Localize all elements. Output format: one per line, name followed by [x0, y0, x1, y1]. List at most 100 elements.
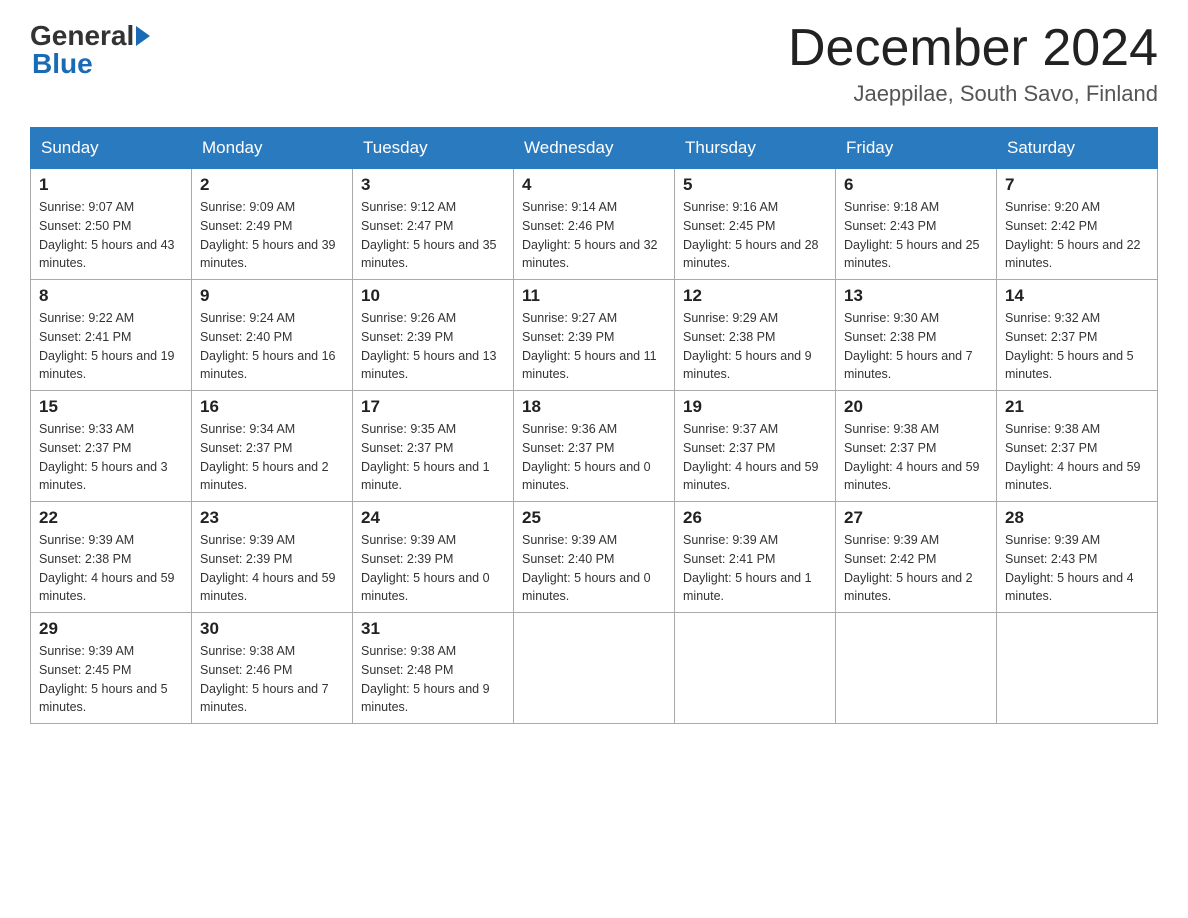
day-number: 16 — [200, 397, 344, 417]
weekday-header-sunday: Sunday — [31, 128, 192, 169]
day-number: 18 — [522, 397, 666, 417]
day-cell-25: 25 Sunrise: 9:39 AMSunset: 2:40 PMDayligh… — [514, 502, 675, 613]
day-cell-27: 27 Sunrise: 9:39 AMSunset: 2:42 PMDayligh… — [836, 502, 997, 613]
day-info: Sunrise: 9:27 AMSunset: 2:39 PMDaylight:… — [522, 309, 666, 384]
day-cell-4: 4Sunrise: 9:14 AMSunset: 2:46 PMDaylight… — [514, 169, 675, 280]
weekday-header-tuesday: Tuesday — [353, 128, 514, 169]
day-cell-22: 22 Sunrise: 9:39 AMSunset: 2:38 PMDayligh… — [31, 502, 192, 613]
day-info: Sunrise: 9:39 AMSunset: 2:38 PMDaylight:… — [39, 531, 183, 606]
week-row-2: 8Sunrise: 9:22 AMSunset: 2:41 PMDaylight… — [31, 280, 1158, 391]
empty-cell — [514, 613, 675, 724]
day-cell-9: 9 Sunrise: 9:24 AMSunset: 2:40 PMDaylight… — [192, 280, 353, 391]
weekday-header-saturday: Saturday — [997, 128, 1158, 169]
day-number: 10 — [361, 286, 505, 306]
day-info: Sunrise: 9:32 AMSunset: 2:37 PMDaylight:… — [1005, 309, 1149, 384]
day-cell-24: 24Sunrise: 9:39 AMSunset: 2:39 PMDayligh… — [353, 502, 514, 613]
day-cell-7: 7 Sunrise: 9:20 AMSunset: 2:42 PMDaylight… — [997, 169, 1158, 280]
day-cell-10: 10 Sunrise: 9:26 AMSunset: 2:39 PMDayligh… — [353, 280, 514, 391]
day-info: Sunrise: 9:24 AMSunset: 2:40 PMDaylight:… — [200, 309, 344, 384]
weekday-header-wednesday: Wednesday — [514, 128, 675, 169]
day-cell-20: 20Sunrise: 9:38 AMSunset: 2:37 PMDayligh… — [836, 391, 997, 502]
day-cell-11: 11 Sunrise: 9:27 AMSunset: 2:39 PMDayligh… — [514, 280, 675, 391]
logo-blue-word: Blue — [30, 48, 93, 80]
day-info: Sunrise: 9:09 AMSunset: 2:49 PMDaylight:… — [200, 198, 344, 273]
day-cell-12: 12Sunrise: 9:29 AMSunset: 2:38 PMDayligh… — [675, 280, 836, 391]
day-number: 17 — [361, 397, 505, 417]
day-number: 23 — [200, 508, 344, 528]
day-cell-23: 23 Sunrise: 9:39 AMSunset: 2:39 PMDayligh… — [192, 502, 353, 613]
day-number: 22 — [39, 508, 183, 528]
day-info: Sunrise: 9:39 AMSunset: 2:42 PMDaylight:… — [844, 531, 988, 606]
day-number: 12 — [683, 286, 827, 306]
day-cell-28: 28 Sunrise: 9:39 AMSunset: 2:43 PMDayligh… — [997, 502, 1158, 613]
day-number: 25 — [522, 508, 666, 528]
day-cell-13: 13Sunrise: 9:30 AMSunset: 2:38 PMDayligh… — [836, 280, 997, 391]
day-info: Sunrise: 9:16 AMSunset: 2:45 PMDaylight:… — [683, 198, 827, 273]
day-cell-1: 1 Sunrise: 9:07 AMSunset: 2:50 PMDaylight… — [31, 169, 192, 280]
day-cell-16: 16 Sunrise: 9:34 AMSunset: 2:37 PMDayligh… — [192, 391, 353, 502]
day-number: 9 — [200, 286, 344, 306]
week-row-3: 15 Sunrise: 9:33 AMSunset: 2:37 PMDayligh… — [31, 391, 1158, 502]
day-cell-18: 18 Sunrise: 9:36 AMSunset: 2:37 PMDayligh… — [514, 391, 675, 502]
week-row-5: 29Sunrise: 9:39 AMSunset: 2:45 PMDayligh… — [31, 613, 1158, 724]
day-number: 3 — [361, 175, 505, 195]
day-number: 21 — [1005, 397, 1149, 417]
day-cell-3: 3 Sunrise: 9:12 AMSunset: 2:47 PMDaylight… — [353, 169, 514, 280]
day-info: Sunrise: 9:38 AMSunset: 2:48 PMDaylight:… — [361, 642, 505, 717]
empty-cell — [675, 613, 836, 724]
day-number: 7 — [1005, 175, 1149, 195]
day-info: Sunrise: 9:26 AMSunset: 2:39 PMDaylight:… — [361, 309, 505, 384]
day-number: 20 — [844, 397, 988, 417]
empty-cell — [836, 613, 997, 724]
day-number: 30 — [200, 619, 344, 639]
day-info: Sunrise: 9:20 AMSunset: 2:42 PMDaylight:… — [1005, 198, 1149, 273]
day-cell-26: 26 Sunrise: 9:39 AMSunset: 2:41 PMDayligh… — [675, 502, 836, 613]
day-number: 6 — [844, 175, 988, 195]
day-number: 19 — [683, 397, 827, 417]
day-cell-5: 5 Sunrise: 9:16 AMSunset: 2:45 PMDaylight… — [675, 169, 836, 280]
day-number: 15 — [39, 397, 183, 417]
day-info: Sunrise: 9:39 AMSunset: 2:39 PMDaylight:… — [200, 531, 344, 606]
day-info: Sunrise: 9:39 AMSunset: 2:41 PMDaylight:… — [683, 531, 827, 606]
weekday-header-thursday: Thursday — [675, 128, 836, 169]
day-number: 11 — [522, 286, 666, 306]
day-number: 28 — [1005, 508, 1149, 528]
day-cell-6: 6 Sunrise: 9:18 AMSunset: 2:43 PMDaylight… — [836, 169, 997, 280]
page-header: General Blue December 2024 Jaeppilae, So… — [30, 20, 1158, 107]
day-info: Sunrise: 9:36 AMSunset: 2:37 PMDaylight:… — [522, 420, 666, 495]
day-info: Sunrise: 9:07 AMSunset: 2:50 PMDaylight:… — [39, 198, 183, 273]
day-number: 27 — [844, 508, 988, 528]
title-area: December 2024 Jaeppilae, South Savo, Fin… — [788, 20, 1158, 107]
empty-cell — [997, 613, 1158, 724]
day-cell-8: 8Sunrise: 9:22 AMSunset: 2:41 PMDaylight… — [31, 280, 192, 391]
location-title: Jaeppilae, South Savo, Finland — [788, 81, 1158, 107]
day-info: Sunrise: 9:39 AMSunset: 2:40 PMDaylight:… — [522, 531, 666, 606]
day-info: Sunrise: 9:37 AMSunset: 2:37 PMDaylight:… — [683, 420, 827, 495]
day-info: Sunrise: 9:39 AMSunset: 2:43 PMDaylight:… — [1005, 531, 1149, 606]
day-cell-30: 30 Sunrise: 9:38 AMSunset: 2:46 PMDayligh… — [192, 613, 353, 724]
month-title: December 2024 — [788, 20, 1158, 77]
day-number: 2 — [200, 175, 344, 195]
day-number: 1 — [39, 175, 183, 195]
day-info: Sunrise: 9:33 AMSunset: 2:37 PMDaylight:… — [39, 420, 183, 495]
day-number: 14 — [1005, 286, 1149, 306]
day-number: 8 — [39, 286, 183, 306]
logo: General Blue — [30, 20, 152, 80]
day-info: Sunrise: 9:18 AMSunset: 2:43 PMDaylight:… — [844, 198, 988, 273]
day-number: 29 — [39, 619, 183, 639]
day-info: Sunrise: 9:38 AMSunset: 2:37 PMDaylight:… — [1005, 420, 1149, 495]
day-number: 26 — [683, 508, 827, 528]
day-info: Sunrise: 9:34 AMSunset: 2:37 PMDaylight:… — [200, 420, 344, 495]
day-cell-29: 29Sunrise: 9:39 AMSunset: 2:45 PMDayligh… — [31, 613, 192, 724]
day-number: 31 — [361, 619, 505, 639]
day-number: 5 — [683, 175, 827, 195]
day-info: Sunrise: 9:38 AMSunset: 2:46 PMDaylight:… — [200, 642, 344, 717]
day-cell-17: 17Sunrise: 9:35 AMSunset: 2:37 PMDayligh… — [353, 391, 514, 502]
day-cell-2: 2 Sunrise: 9:09 AMSunset: 2:49 PMDaylight… — [192, 169, 353, 280]
day-number: 13 — [844, 286, 988, 306]
week-row-1: 1 Sunrise: 9:07 AMSunset: 2:50 PMDaylight… — [31, 169, 1158, 280]
day-info: Sunrise: 9:12 AMSunset: 2:47 PMDaylight:… — [361, 198, 505, 273]
calendar-table: SundayMondayTuesdayWednesdayThursdayFrid… — [30, 127, 1158, 724]
day-cell-15: 15 Sunrise: 9:33 AMSunset: 2:37 PMDayligh… — [31, 391, 192, 502]
logo-arrow-icon — [136, 26, 150, 46]
